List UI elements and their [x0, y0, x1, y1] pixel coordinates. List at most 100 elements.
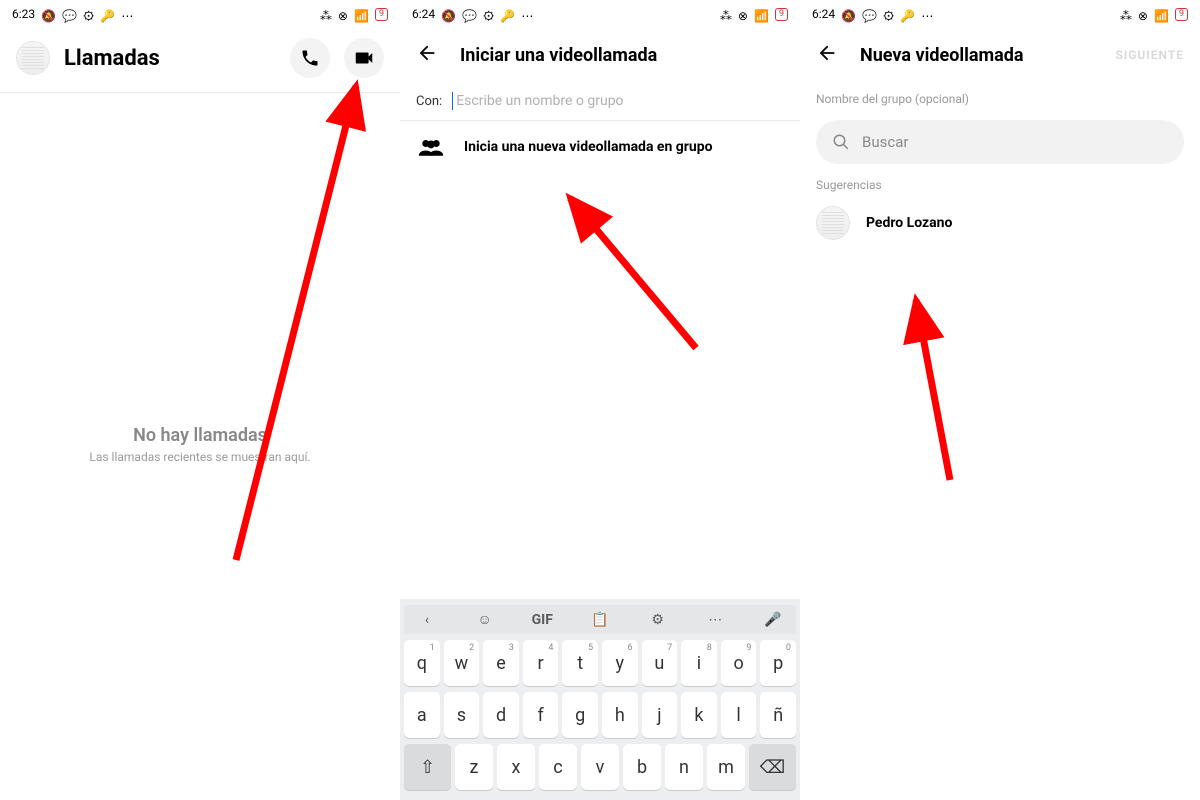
- new-group-call-row[interactable]: Inicia una nueva videollamada en grupo: [400, 121, 800, 173]
- key-w[interactable]: w2: [444, 640, 480, 686]
- kb-settings-icon[interactable]: ⚙: [641, 612, 675, 628]
- key-j[interactable]: j: [642, 692, 678, 738]
- bluetooth-icon: ⁂: [1120, 2, 1132, 27]
- key-v[interactable]: v: [581, 744, 619, 790]
- kb-more-icon[interactable]: ⋯: [698, 612, 732, 628]
- back-button[interactable]: [816, 42, 838, 68]
- voice-call-button[interactable]: [290, 38, 330, 78]
- vibration-icon: ⊗: [1138, 2, 1148, 27]
- key-o[interactable]: o9: [721, 640, 757, 686]
- keyboard-row-2: asdfghjklñ: [404, 692, 796, 738]
- mute-icon: 🔕: [441, 2, 456, 27]
- panel-new-call: 6:24 🔕 💬 ⚙ 🔑 ⋯ ⁂ ⊗ 📶 9 Nueva videollamad…: [800, 0, 1200, 800]
- recipient-label: Con:: [416, 94, 442, 109]
- phone-icon: [300, 48, 320, 68]
- header: Llamadas: [0, 28, 400, 92]
- arrow-left-icon: [416, 42, 438, 64]
- kb-sticker-icon[interactable]: ☺: [468, 611, 502, 628]
- key-n[interactable]: n: [665, 744, 703, 790]
- arrow-left-icon: [816, 42, 838, 64]
- profile-avatar[interactable]: [16, 41, 50, 75]
- more-icon: ⋯: [921, 2, 933, 27]
- key-x[interactable]: x: [497, 744, 535, 790]
- shift-key[interactable]: ⇧: [404, 744, 451, 790]
- contact-name: Pedro Lozano: [866, 215, 952, 231]
- contact-avatar: [816, 206, 850, 240]
- group-name-label: Nombre del grupo (opcional): [800, 92, 1200, 106]
- video-icon: [353, 47, 375, 69]
- gear-icon: ⚙: [483, 2, 494, 27]
- vibration-icon: ⊗: [338, 2, 348, 27]
- keyboard-row-3: ⇧ zxcvbnm ⌫: [404, 744, 796, 790]
- kb-back-icon[interactable]: ‹: [410, 612, 444, 628]
- key-m[interactable]: m: [707, 744, 745, 790]
- key-s[interactable]: s: [444, 692, 480, 738]
- whatsapp-icon: 💬: [62, 2, 77, 27]
- key-d[interactable]: d: [483, 692, 519, 738]
- wifi-icon: 📶: [354, 2, 369, 27]
- wifi-icon: 📶: [754, 2, 769, 27]
- suggestions-header: Sugerencias: [800, 178, 1200, 192]
- kb-gif-button[interactable]: GIF: [525, 612, 559, 628]
- divider: [0, 92, 400, 93]
- key-l[interactable]: l: [721, 692, 757, 738]
- header: Nueva videollamada SIGUIENTE: [800, 28, 1200, 82]
- key-h[interactable]: h: [602, 692, 638, 738]
- key-e[interactable]: e3: [483, 640, 519, 686]
- more-icon: ⋯: [121, 2, 133, 27]
- page-title: Nueva videollamada: [860, 45, 1093, 66]
- video-call-button[interactable]: [344, 38, 384, 78]
- whatsapp-icon: 💬: [462, 2, 477, 27]
- key-y[interactable]: y6: [602, 640, 638, 686]
- key-u[interactable]: u7: [642, 640, 678, 686]
- panel-calls: 6:23 🔕 💬 ⚙ 🔑 ⋯ ⁂ ⊗ 📶 9 Llamadas No hay l…: [0, 0, 400, 800]
- more-icon: ⋯: [521, 2, 533, 27]
- key-b[interactable]: b: [623, 744, 661, 790]
- vibration-icon: ⊗: [738, 2, 748, 27]
- bluetooth-icon: ⁂: [720, 2, 732, 27]
- key-g[interactable]: g: [562, 692, 598, 738]
- key-icon: 🔑: [900, 2, 915, 27]
- key-f[interactable]: f: [523, 692, 559, 738]
- page-title: Llamadas: [64, 46, 276, 71]
- search-icon: [832, 133, 850, 151]
- recipient-input[interactable]: Escribe un nombre o grupo: [452, 92, 623, 110]
- annotation-arrow: [0, 0, 400, 800]
- group-icon: [416, 137, 446, 157]
- battery-icon: 9: [775, 8, 788, 21]
- key-ñ[interactable]: ñ: [760, 692, 796, 738]
- key-z[interactable]: z: [455, 744, 493, 790]
- empty-subtitle: Las llamadas recientes se muestran aquí.: [0, 450, 400, 464]
- key-icon: 🔑: [100, 2, 115, 27]
- status-time: 6:24: [412, 7, 435, 21]
- status-time: 6:24: [812, 7, 835, 21]
- keyboard-toolbar: ‹ ☺ GIF 📋 ⚙ ⋯ 🎤: [404, 605, 796, 634]
- header: Iniciar una videollamada: [400, 28, 800, 82]
- key-i[interactable]: i8: [681, 640, 717, 686]
- recipient-row: Con: Escribe un nombre o grupo: [400, 82, 800, 120]
- kb-clipboard-icon[interactable]: 📋: [583, 612, 617, 628]
- key-t[interactable]: t5: [562, 640, 598, 686]
- search-input[interactable]: Buscar: [816, 120, 1184, 164]
- back-button[interactable]: [416, 42, 438, 68]
- backspace-key[interactable]: ⌫: [749, 744, 796, 790]
- gear-icon: ⚙: [883, 2, 894, 27]
- mute-icon: 🔕: [41, 2, 56, 27]
- empty-title: No hay llamadas: [0, 425, 400, 446]
- whatsapp-icon: 💬: [862, 2, 877, 27]
- key-r[interactable]: r4: [523, 640, 559, 686]
- contact-row[interactable]: Pedro Lozano: [800, 192, 1200, 254]
- new-group-call-label: Inicia una nueva videollamada en grupo: [464, 139, 713, 155]
- key-k[interactable]: k: [681, 692, 717, 738]
- status-bar: 6:24 🔕 💬 ⚙ 🔑 ⋯ ⁂ ⊗ 📶 9: [400, 0, 800, 28]
- key-a[interactable]: a: [404, 692, 440, 738]
- next-button[interactable]: SIGUIENTE: [1115, 48, 1184, 62]
- key-p[interactable]: p0: [760, 640, 796, 686]
- status-bar: 6:24 🔕 💬 ⚙ 🔑 ⋯ ⁂ ⊗ 📶 9: [800, 0, 1200, 28]
- status-bar: 6:23 🔕 💬 ⚙ 🔑 ⋯ ⁂ ⊗ 📶 9: [0, 0, 400, 28]
- keyboard-row-1: q1w2e3r4t5y6u7i8o9p0: [404, 640, 796, 686]
- battery-icon: 9: [1175, 8, 1188, 21]
- key-q[interactable]: q1: [404, 640, 440, 686]
- kb-mic-icon[interactable]: 🎤: [756, 612, 790, 628]
- key-c[interactable]: c: [539, 744, 577, 790]
